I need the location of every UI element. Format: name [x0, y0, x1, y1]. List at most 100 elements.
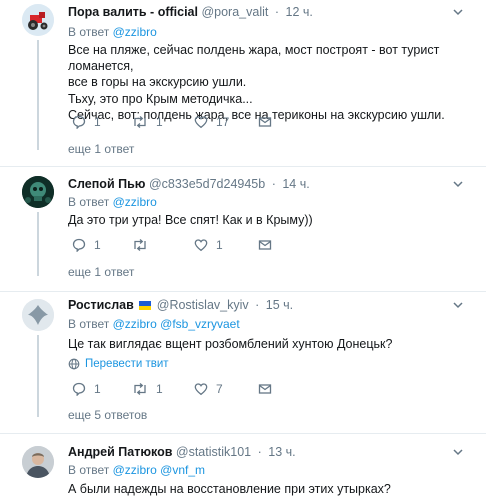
- separator-dot: ·: [257, 445, 262, 459]
- heart-icon: [194, 383, 208, 396]
- avatar[interactable]: [22, 299, 54, 331]
- retweet-icon: [134, 116, 146, 128]
- tweet[interactable]: Андрей Патюков @statistik101 · 13 ч. В о…: [0, 434, 486, 500]
- reply-icon: [72, 238, 86, 252]
- tweet-header: Слепой Пью @c833e5d7d24945b · 14 ч.: [68, 176, 310, 192]
- show-more-replies-link[interactable]: еще 1 ответ: [68, 265, 134, 279]
- direct-message-button[interactable]: [258, 114, 272, 130]
- display-name[interactable]: Андрей Патюков: [68, 445, 172, 459]
- tweet-text: Це так виглядає вщент розбомблений хунто…: [68, 336, 468, 352]
- reply-mentions[interactable]: @zzibro @fsb_vzryvaet: [113, 317, 240, 331]
- show-more-replies-link[interactable]: еще 5 ответов: [68, 408, 147, 422]
- tweet-header: Андрей Патюков @statistik101 · 13 ч.: [68, 444, 296, 460]
- reply-feed: Пора валить - official @pora_valit · 12 …: [0, 0, 486, 500]
- timestamp[interactable]: 13 ч.: [268, 445, 295, 459]
- reply-button[interactable]: 1: [72, 381, 101, 397]
- tweet-header: Пора валить - official @pora_valit · 12 …: [68, 4, 313, 20]
- like-count: 7: [216, 382, 223, 396]
- tweet[interactable]: Слепой Пью @c833e5d7d24945b · 14 ч. В от…: [0, 167, 486, 291]
- chevron-down-icon[interactable]: [452, 299, 464, 311]
- tweet[interactable]: Ростислав @Rostislav_kyiv · 15 ч. В отве…: [0, 292, 486, 432]
- chevron-down-icon[interactable]: [452, 178, 464, 190]
- display-name[interactable]: Слепой Пью: [68, 177, 145, 191]
- reply-count: 1: [94, 238, 101, 252]
- retweet-icon: [134, 383, 146, 395]
- translate-label: Перевести твит: [85, 358, 169, 370]
- tweet-text-line: Тьху, это про Крым методичка...: [68, 91, 253, 106]
- tweet[interactable]: Пора валить - official @pora_valit · 12 …: [0, 0, 486, 165]
- display-name[interactable]: Ростислав: [68, 298, 134, 312]
- chevron-down-icon[interactable]: [452, 446, 464, 458]
- tweet-text: Все на пляже, сейчас полдень жара, мост …: [68, 42, 468, 123]
- reply-mentions[interactable]: @zzibro: [113, 195, 157, 209]
- heart-icon: [194, 116, 208, 129]
- reply-button[interactable]: 1: [72, 237, 101, 253]
- timestamp[interactable]: 12 ч.: [286, 5, 313, 19]
- direct-message-button[interactable]: [258, 237, 272, 253]
- user-handle[interactable]: @c833e5d7d24945b: [149, 177, 265, 191]
- tweet-text-line: Все на пляже, сейчас полдень жара, мост …: [68, 43, 440, 74]
- thread-line: [37, 335, 39, 417]
- retweet-count: 1: [156, 382, 163, 396]
- translate-tweet-link[interactable]: Перевести твит: [68, 358, 169, 370]
- reply-count: 1: [94, 382, 101, 396]
- avatar[interactable]: [22, 4, 54, 36]
- reply-mentions[interactable]: @zzibro @vnf_m: [113, 463, 205, 477]
- retweet-button[interactable]: 1: [132, 114, 163, 130]
- reply-label: В ответ: [68, 195, 110, 209]
- timestamp[interactable]: 15 ч.: [266, 298, 293, 312]
- tweet-header: Ростислав @Rostislav_kyiv · 15 ч.: [68, 297, 293, 313]
- reply-context: В ответ @zzibro @fsb_vzryvaet: [68, 316, 240, 332]
- avatar[interactable]: [22, 176, 54, 208]
- like-count: 1: [216, 238, 223, 252]
- thread-line: [37, 40, 39, 150]
- reply-context: В ответ @zzibro: [68, 24, 157, 40]
- tweet-text-line: Да это три утра! Все спят! Как и в Крыму…: [68, 213, 313, 227]
- tweet-actions: 1 1: [68, 237, 468, 253]
- like-button[interactable]: 7: [194, 381, 223, 397]
- tweet-text-line: А были надежды на восстановление при эти…: [68, 482, 391, 496]
- envelope-icon: [258, 240, 272, 250]
- person-photo-icon: [22, 446, 54, 478]
- retweet-button[interactable]: 1: [132, 381, 163, 397]
- heart-icon: [194, 239, 208, 252]
- reply-mentions[interactable]: @zzibro: [113, 25, 157, 39]
- default-profile-icon: [22, 299, 54, 331]
- like-button[interactable]: 1: [194, 237, 223, 253]
- reply-label: В ответ: [68, 463, 110, 477]
- reply-button[interactable]: 1: [72, 114, 101, 130]
- tweet-text-line: Це так виглядає вщент розбомблений хунто…: [68, 337, 393, 351]
- thread-line: [37, 212, 39, 276]
- reply-context: В ответ @zzibro: [68, 194, 157, 210]
- user-handle[interactable]: @pora_valit: [201, 5, 268, 19]
- retweet-icon: [134, 239, 146, 251]
- globe-icon: [68, 358, 80, 370]
- reply-icon: [72, 382, 86, 396]
- direct-message-button[interactable]: [258, 381, 272, 397]
- tweet-actions: 1 1 7: [68, 381, 468, 397]
- envelope-icon: [258, 117, 272, 127]
- user-handle[interactable]: @Rostislav_kyiv: [157, 298, 249, 312]
- reply-context: В ответ @zzibro @vnf_m: [68, 462, 205, 478]
- timestamp[interactable]: 14 ч.: [282, 177, 309, 191]
- display-name[interactable]: Пора валить - official: [68, 5, 198, 19]
- tractor-avatar-icon: [22, 4, 54, 36]
- tweet-actions: 1 1 17: [68, 114, 468, 130]
- like-button[interactable]: 17: [194, 114, 229, 130]
- separator-dot: ·: [274, 5, 280, 19]
- tweet-text: Да это три утра! Все спят! Как и в Крыму…: [68, 212, 468, 228]
- retweet-count: 1: [156, 115, 163, 129]
- avatar[interactable]: [22, 446, 54, 478]
- envelope-icon: [258, 384, 272, 394]
- separator-dot: ·: [271, 177, 276, 191]
- tweet-text: А были надежды на восстановление при эти…: [68, 481, 468, 497]
- chevron-down-icon[interactable]: [452, 6, 464, 18]
- reply-label: В ответ: [68, 317, 110, 331]
- reply-label: В ответ: [68, 25, 110, 39]
- user-handle[interactable]: @statistik101: [176, 445, 251, 459]
- skull-avatar-icon: [22, 176, 54, 208]
- retweet-button[interactable]: [132, 237, 156, 253]
- reply-count: 1: [94, 115, 101, 129]
- show-more-replies-link[interactable]: еще 1 ответ: [68, 142, 134, 156]
- ukraine-flag-icon: [139, 301, 152, 310]
